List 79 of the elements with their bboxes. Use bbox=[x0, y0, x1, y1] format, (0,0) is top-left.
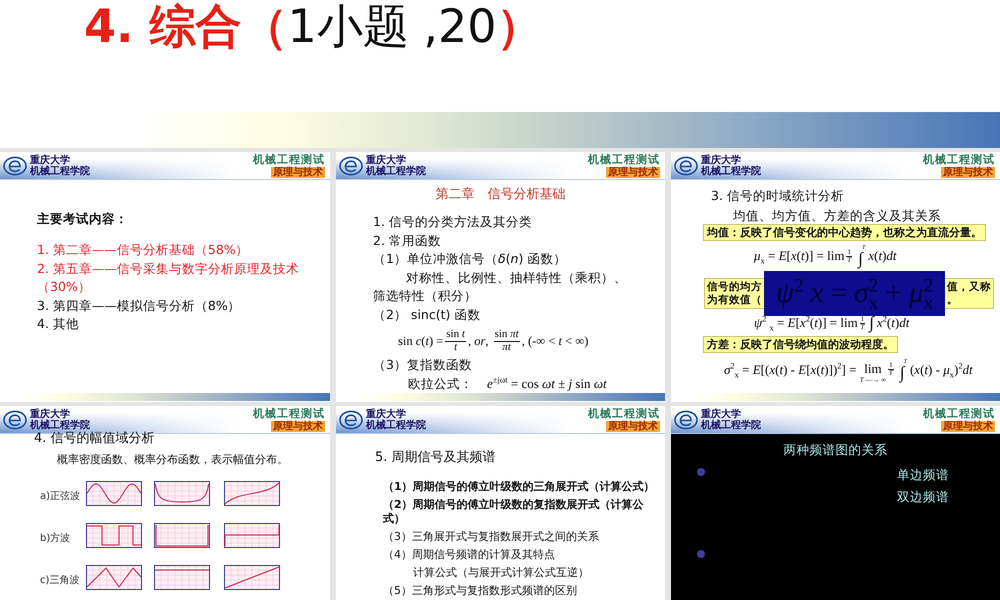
list-item: 3. 第四章——模拟信号分析（8%） bbox=[37, 296, 241, 314]
density-curve-drawing bbox=[154, 523, 210, 548]
list-item: 4. 其他 bbox=[37, 315, 79, 333]
college-name: 机械工程学院 bbox=[366, 166, 426, 176]
school-name: 重庆大学 bbox=[701, 154, 741, 166]
course-subtitle: 原理与技术 bbox=[941, 420, 995, 432]
plot-label: c)三角波 bbox=[40, 575, 80, 586]
college-name: 机械工程学院 bbox=[701, 166, 761, 176]
text-line: 概率密度函数、概率分布函数，表示幅值分布。 bbox=[57, 453, 288, 467]
bullet-icon bbox=[697, 468, 705, 476]
text-line: 对称性、比例性、抽样特性（乘积）、 bbox=[406, 268, 627, 286]
course-subtitle: 原理与技术 bbox=[606, 166, 660, 178]
waveform-drawing bbox=[86, 481, 142, 506]
school-name: 重庆大学 bbox=[30, 154, 70, 166]
slide-heading: 4. 信号的幅值域分析 bbox=[34, 431, 155, 447]
distribution-curve-drawing bbox=[224, 523, 280, 548]
highlighted-note: 均值：反映了信号变化的中心趋势，也称之为直流分量。 bbox=[703, 224, 986, 241]
course-subtitle: 原理与技术 bbox=[606, 420, 660, 432]
logo-icon bbox=[339, 156, 363, 176]
course-subtitle: 原理与技术 bbox=[941, 166, 995, 178]
note-text: 信号的均方 为有效值（ bbox=[707, 280, 762, 306]
course-title: 机械工程测试 bbox=[253, 154, 325, 166]
formula-label: 欧拉公式： bbox=[408, 376, 473, 392]
course-title: 机械工程测试 bbox=[588, 154, 660, 166]
math-formula: e$^{±jωt}$ = cos ωt ±j sin ωt bbox=[487, 376, 607, 392]
bullet-text: 单边频谱 bbox=[897, 466, 949, 484]
bullet-icon bbox=[697, 550, 705, 558]
text-line: （1）单位冲激信号（δ(n) 函数） bbox=[373, 250, 566, 268]
logo-icon bbox=[674, 156, 698, 176]
college-name: 机械工程学院 bbox=[30, 166, 90, 176]
list-item: （5）三角形式与复指数形式频谱的区别 bbox=[383, 584, 577, 598]
college-name: 机械工程学院 bbox=[701, 420, 761, 430]
text-line: （2） sinc(t) 函数 bbox=[373, 306, 480, 324]
math-formula: sin c(t) = sin t t , or, sin πt πt , (-∞ < t < ∞) bbox=[398, 329, 588, 353]
logo-icon bbox=[3, 410, 27, 430]
course-title: 机械工程测试 bbox=[253, 408, 325, 420]
list-item: 2. 第五章——信号采集与数字分析原理及技术（30%） bbox=[37, 260, 300, 296]
list-item: （4）周期信号频谱的计算及其特点 bbox=[383, 548, 555, 562]
distribution-curve-drawing bbox=[224, 481, 280, 506]
course-subtitle: 原理与技术 bbox=[271, 166, 325, 178]
list-item: 1. 第二章——信号分析基础（58%） bbox=[37, 241, 249, 259]
logo-icon bbox=[674, 410, 698, 430]
density-curve-drawing bbox=[154, 565, 210, 590]
list-item: 计算公式（与展开式计算公式互逆） bbox=[413, 566, 589, 580]
text-line: （3）复指数函数 bbox=[373, 356, 472, 374]
logo-icon bbox=[3, 156, 27, 176]
bullet-text: 双边频谱 bbox=[897, 488, 949, 506]
highlighted-note: 方差：反映了信号绕均值的波动程度。 bbox=[703, 336, 898, 353]
course-title: 机械工程测试 bbox=[923, 408, 995, 420]
waveform-drawing bbox=[86, 523, 142, 548]
page-title: 4. 综合（1小题 ,20） bbox=[84, 0, 543, 52]
logo-icon bbox=[339, 410, 363, 430]
school-name: 重庆大学 bbox=[30, 408, 70, 420]
list-item: （3）三角展开式与复指数展开式之间的关系 bbox=[383, 530, 599, 544]
plot-label: a)正弦波 bbox=[40, 491, 80, 502]
course-title: 机械工程测试 bbox=[588, 408, 660, 420]
text-line: 1. 信号的分类方法及其分类 bbox=[373, 213, 532, 231]
density-curve-drawing bbox=[154, 481, 210, 506]
slide-heading: 第二章 信号分析基础 bbox=[436, 187, 566, 203]
slide-heading: 主要考试内容： bbox=[37, 211, 128, 227]
text-line: 2. 常用函数 bbox=[373, 232, 441, 250]
slide-heading: 5. 周期信号及其频谱 bbox=[375, 450, 496, 466]
text-line: 均值、均方值、方差的含义及其关系 bbox=[733, 207, 941, 224]
text-line: 筛选特性（积分） bbox=[373, 287, 477, 305]
plot-label: b)方波 bbox=[40, 533, 70, 544]
list-item: （2）周期信号的傅立叶级数的复指数展开式（计算公式） bbox=[383, 498, 645, 526]
college-name: 机械工程学院 bbox=[366, 420, 426, 430]
distribution-curve-drawing bbox=[224, 565, 280, 590]
course-subtitle: 原理与技术 bbox=[271, 420, 325, 432]
college-name: 机械工程学院 bbox=[30, 420, 90, 430]
school-name: 重庆大学 bbox=[366, 154, 406, 166]
slide-heading: 两种频谱图的关系 bbox=[784, 442, 888, 458]
text-line: 3. 信号的时域统计分析 bbox=[711, 187, 844, 204]
note-text: 值，又称 。 bbox=[947, 280, 991, 306]
school-name: 重庆大学 bbox=[701, 408, 741, 420]
waveform-drawing bbox=[86, 565, 142, 590]
course-title: 机械工程测试 bbox=[923, 154, 995, 166]
list-item: （1）周期信号的傅立叶级数的三角展开式（计算公式） bbox=[383, 480, 655, 494]
school-name: 重庆大学 bbox=[366, 408, 406, 420]
